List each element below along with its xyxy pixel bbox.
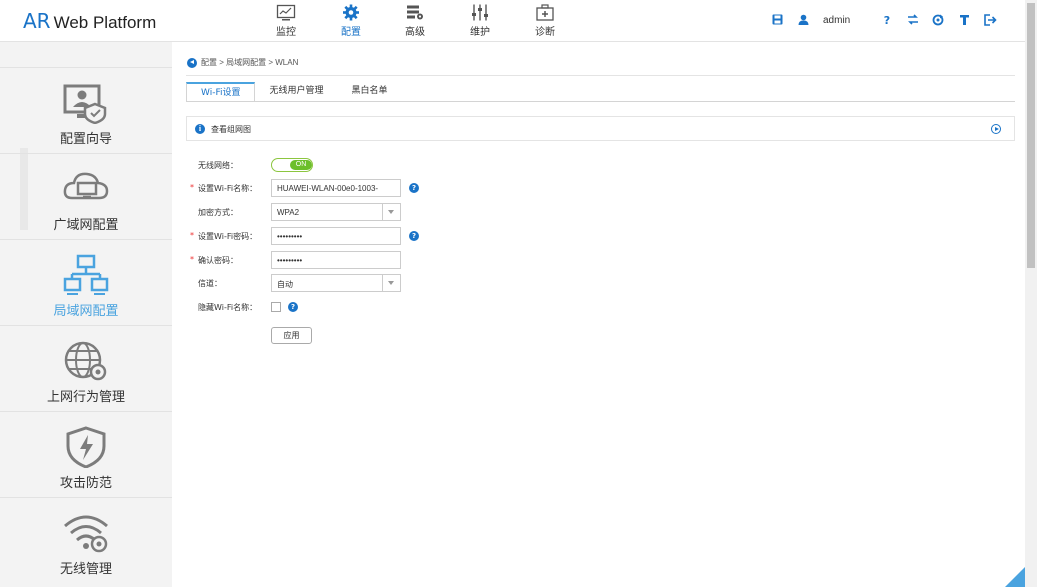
- chevron-down-icon[interactable]: [382, 204, 400, 220]
- encrypt-select[interactable]: WPA2: [271, 203, 401, 221]
- logo: AR Web Platform: [23, 9, 156, 33]
- toggle-state: ON: [290, 160, 312, 170]
- tab-bar: Wi-Fi设置 无线用户管理 黑白名单: [186, 82, 402, 101]
- nav-label: 配置: [341, 27, 361, 38]
- sidebar-item-wizard[interactable]: 配置向导: [0, 67, 172, 153]
- sidebar-item-defense[interactable]: 攻击防范: [0, 411, 172, 497]
- sidebar-item-wireless[interactable]: 无线管理: [0, 497, 172, 583]
- nav-label: 诊断: [535, 27, 555, 38]
- encrypt-value: WPA2: [277, 208, 300, 217]
- nav-config[interactable]: 配置: [327, 4, 375, 38]
- channel-value: 自动: [277, 280, 293, 289]
- hide-ssid-label: 隐藏Wi-Fi名称：: [198, 303, 258, 312]
- switch-icon[interactable]: [907, 14, 919, 25]
- wizard-icon: [63, 84, 107, 124]
- network-icon: [63, 254, 109, 295]
- sidebar-item-label: 广域网配置: [53, 218, 119, 233]
- info-bar[interactable]: i 查看组网图: [186, 116, 1015, 141]
- sliders-icon: [472, 4, 488, 21]
- sidebar-item-label: 上网行为管理: [46, 390, 125, 405]
- channel-select[interactable]: 自动: [271, 274, 401, 292]
- encrypt-label: 加密方式：: [198, 208, 238, 217]
- logo-ar: AR: [23, 9, 51, 33]
- corner-widget[interactable]: [1005, 567, 1025, 587]
- shield-icon: [66, 426, 106, 468]
- sidebar-item-label: 配置向导: [59, 132, 112, 147]
- required-mark: *: [190, 183, 194, 192]
- tab-wireless-users[interactable]: 无线用户管理: [255, 82, 337, 101]
- hide-ssid-checkbox[interactable]: [271, 302, 281, 312]
- tools-icon[interactable]: [959, 14, 970, 26]
- divider: [186, 75, 1015, 76]
- nav-advanced[interactable]: 高级: [391, 4, 439, 38]
- sidebar-item-wan[interactable]: 广域网配置: [0, 153, 172, 239]
- nav-monitor[interactable]: 监控: [262, 4, 310, 38]
- expand-icon[interactable]: [991, 124, 1001, 134]
- user-icon: [798, 14, 809, 25]
- tab-black-white-list[interactable]: 黑白名单: [338, 82, 402, 101]
- logout-icon[interactable]: [984, 14, 997, 26]
- sidebar-item-label: 无线管理: [59, 562, 112, 577]
- advanced-icon: [407, 5, 423, 20]
- monitor-icon: [276, 4, 296, 21]
- medkit-icon: [536, 4, 554, 21]
- svg-text:?: ?: [884, 14, 890, 25]
- password-label: 设置Wi-Fi密码：: [198, 232, 258, 241]
- help-icon[interactable]: ?: [409, 231, 419, 241]
- nav-label: 监控: [276, 27, 296, 38]
- wireless-toggle[interactable]: ON: [271, 158, 313, 172]
- gear-icon: [343, 4, 359, 21]
- save-icon[interactable]: [772, 14, 783, 25]
- info-text: 查看组网图: [211, 125, 251, 134]
- scrollbar-thumb[interactable]: [1027, 3, 1035, 268]
- logo-text: Web Platform: [53, 13, 157, 32]
- sidebar-item-lan[interactable]: 局域网配置: [0, 239, 172, 325]
- username: admin: [823, 15, 851, 26]
- nav-diagnose[interactable]: 诊断: [521, 4, 569, 38]
- sidebar-item-label: 攻击防范: [59, 476, 112, 491]
- sidebar: 配置向导 广域网配置 局域网配置 上网行为管理 攻击防范 无线管理: [0, 42, 172, 587]
- globe-gear-icon: [64, 341, 107, 381]
- help-icon[interactable]: ?: [882, 14, 892, 25]
- cloud-icon: [63, 172, 109, 200]
- back-icon[interactable]: [187, 57, 197, 68]
- tab-divider: [186, 101, 1015, 102]
- wifi-gear-icon: [64, 515, 108, 553]
- chevron-down-icon[interactable]: [382, 275, 400, 291]
- required-mark: *: [190, 231, 194, 240]
- refresh-icon[interactable]: [932, 14, 944, 26]
- nav-label: 维护: [470, 27, 490, 38]
- nav-label: 高级: [405, 27, 425, 38]
- ssid-input[interactable]: HUAWEI-WLAN-00e0-1003-: [271, 179, 401, 197]
- tab-wifi-settings[interactable]: Wi-Fi设置: [186, 82, 256, 101]
- required-mark: *: [190, 255, 194, 264]
- help-icon[interactable]: ?: [409, 183, 419, 193]
- wireless-label: 无线网络：: [198, 161, 238, 170]
- sidebar-item-behavior[interactable]: 上网行为管理: [0, 325, 172, 411]
- help-icon[interactable]: ?: [288, 302, 298, 312]
- confirm-label: 确认密码：: [198, 256, 238, 265]
- top-bar: AR Web Platform 监控 配置 高级 维护 诊断 admin ?: [0, 0, 1025, 42]
- main-content: 配置 > 局域网配置 > WLAN Wi-Fi设置 无线用户管理 黑白名单 i …: [172, 42, 1025, 587]
- breadcrumb-text[interactable]: 配置 > 局域网配置 > WLAN: [201, 57, 298, 68]
- password-input[interactable]: •••••••••: [271, 227, 401, 245]
- info-icon: i: [195, 124, 205, 134]
- sidebar-item-label: 局域网配置: [53, 304, 119, 319]
- confirm-password-input[interactable]: •••••••••: [271, 251, 401, 269]
- page-scrollbar[interactable]: [1025, 0, 1037, 587]
- channel-label: 信道：: [198, 279, 222, 288]
- ssid-label: 设置Wi-Fi名称：: [198, 184, 258, 193]
- apply-button[interactable]: 应用: [271, 327, 312, 344]
- breadcrumb: 配置 > 局域网配置 > WLAN: [187, 57, 298, 68]
- nav-maintain[interactable]: 维护: [456, 4, 504, 38]
